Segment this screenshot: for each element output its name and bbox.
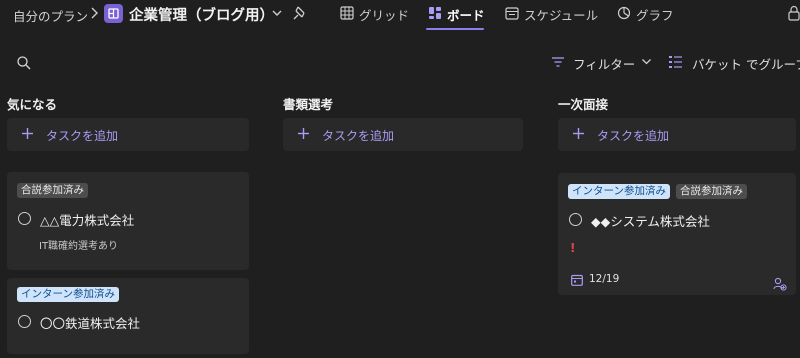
label-tag: 合説参加済み <box>17 183 88 198</box>
search-icon[interactable] <box>16 55 32 71</box>
calendar-icon <box>571 274 583 286</box>
breadcrumb[interactable]: 自分のプラン <box>13 6 88 25</box>
add-task-label: タスクを追加 <box>597 129 670 143</box>
chevron-down-icon[interactable] <box>271 8 283 18</box>
label-tag: 合説参加済み <box>676 184 747 199</box>
add-task-button[interactable]: タスクを追加 <box>558 118 796 151</box>
plan-title[interactable]: 企業管理（ブログ用） <box>129 4 274 25</box>
column-title[interactable]: 一次面接 <box>558 94 608 113</box>
grid-icon <box>340 6 354 20</box>
group-by-label: バケット でグループ <box>692 57 800 72</box>
task-card[interactable]: インターン参加済み 〇〇鉄道株式会社 <box>7 278 249 354</box>
tab-schedule-label: スケジュール <box>524 8 599 23</box>
task-card[interactable]: インターン参加済み 合説参加済み ◆◆システム株式会社 ! 12/19 <box>558 173 796 295</box>
top-bar: 自分のプラン 企業管理（ブログ用） グリッド ボード スケジュール グラフ <box>0 0 800 30</box>
task-note: IT職確約選考あり <box>39 241 119 252</box>
task-title: △△電力株式会社 <box>40 213 135 228</box>
plus-icon <box>573 128 584 139</box>
chevron-down-icon <box>642 59 651 65</box>
tab-chart-label: グラフ <box>636 8 674 23</box>
schedule-icon <box>505 7 519 20</box>
filter-icon <box>552 57 564 67</box>
task-title: 〇〇鉄道株式会社 <box>40 316 141 331</box>
plan-icon <box>104 4 123 23</box>
board-icon <box>429 7 441 19</box>
complete-checkbox[interactable] <box>18 212 31 225</box>
task-title: ◆◆システム株式会社 <box>591 214 710 229</box>
lock-icon[interactable] <box>788 5 800 21</box>
tab-grid-label: グリッド <box>359 8 410 23</box>
label-tag: インターン参加済み <box>17 287 119 302</box>
add-task-label: タスクを追加 <box>46 129 119 143</box>
label-tag: インターン参加済み <box>568 184 670 199</box>
task-card[interactable]: 合説参加済み △△電力株式会社 IT職確約選考あり <box>7 172 249 270</box>
column-title[interactable]: 書類選考 <box>283 94 333 113</box>
plus-icon <box>298 128 309 139</box>
add-task-button[interactable]: タスクを追加 <box>7 118 249 151</box>
plus-icon <box>22 128 33 139</box>
column-title[interactable]: 気になる <box>7 94 57 113</box>
chevron-right-icon <box>91 7 98 19</box>
active-tab-indicator <box>426 28 484 30</box>
tab-board-label: ボード <box>447 8 485 23</box>
pin-icon[interactable] <box>293 5 307 21</box>
due-date: 12/19 <box>589 273 620 285</box>
priority-important-icon: ! <box>570 241 576 255</box>
complete-checkbox[interactable] <box>569 213 582 226</box>
complete-checkbox[interactable] <box>18 315 31 328</box>
group-list-icon <box>669 56 682 68</box>
assign-user-icon[interactable] <box>773 277 787 291</box>
chart-icon <box>617 6 631 20</box>
add-task-label: タスクを追加 <box>322 129 395 143</box>
add-task-button[interactable]: タスクを追加 <box>283 118 523 151</box>
filter-label: フィルター <box>573 57 636 72</box>
